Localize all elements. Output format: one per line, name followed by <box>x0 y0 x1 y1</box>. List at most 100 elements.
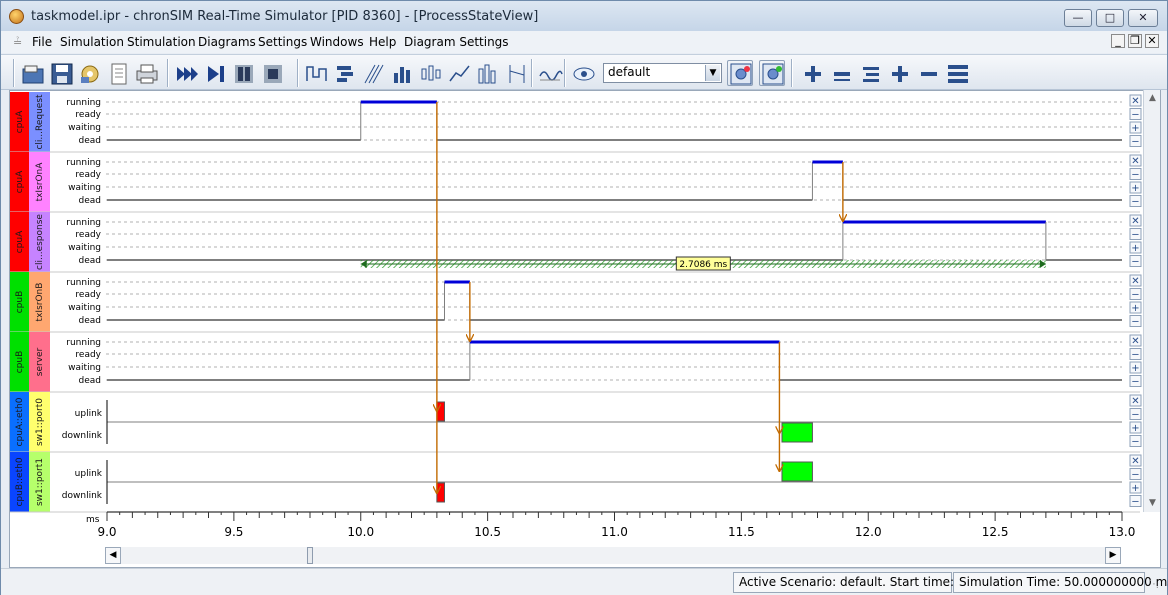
remove-row-icon[interactable] <box>828 60 854 86</box>
bar-chart-icon[interactable] <box>389 60 415 86</box>
fast-forward-icon[interactable] <box>173 60 199 86</box>
cpu-label: cpuB::eth0 <box>15 457 25 506</box>
minus-icon[interactable]: − <box>1131 197 1139 208</box>
cpu-label: cpuB <box>15 351 25 374</box>
task-label: cli...esponse <box>35 214 45 270</box>
menu-diagrams[interactable]: Diagrams <box>198 35 256 49</box>
menu-simulation[interactable]: Simulation <box>60 35 124 49</box>
line-icon[interactable] <box>446 60 472 86</box>
minus-icon[interactable]: − <box>1131 317 1139 328</box>
histogram-icon[interactable] <box>474 60 500 86</box>
port-label: uplink <box>75 409 103 419</box>
menu-file[interactable]: File <box>32 35 52 49</box>
menu-bar: ≟ File Simulation Stimulation Diagrams S… <box>1 31 1167 53</box>
time-tick-label: 13.0 <box>1109 525 1136 539</box>
scroll-right-icon[interactable]: ▶ <box>1105 547 1121 564</box>
print-icon[interactable] <box>133 60 159 86</box>
diagram-panel: cpuA cli...Request running ready waiting dead… <box>9 90 1161 568</box>
minus-icon[interactable]: − <box>1131 290 1139 301</box>
step-icon[interactable] <box>202 60 228 86</box>
time-tick-label: 9.5 <box>224 525 243 539</box>
stop-icon[interactable] <box>259 60 285 86</box>
eye-icon[interactable] <box>570 60 596 86</box>
plus-icon[interactable]: + <box>1131 243 1139 254</box>
close-icon[interactable]: ✕ <box>1131 456 1139 467</box>
mdi-minimize-button[interactable]: _ <box>1111 34 1125 48</box>
time-tick-label: 12.0 <box>855 525 882 539</box>
box-plot-icon[interactable] <box>417 60 443 86</box>
scenario-select[interactable]: default ▼ <box>603 63 722 83</box>
horizontal-scrollbar[interactable]: ◀ ▶ <box>105 547 1121 564</box>
save-project-icon[interactable] <box>48 60 74 86</box>
plus-icon[interactable]: + <box>1131 483 1139 494</box>
minus-icon[interactable]: − <box>1131 497 1139 508</box>
close-button[interactable]: ✕ <box>1128 9 1158 27</box>
menu-lines-icon[interactable] <box>944 60 970 86</box>
close-icon[interactable]: ✕ <box>1131 156 1139 167</box>
config-icon[interactable] <box>727 60 753 86</box>
plus-icon[interactable]: + <box>1131 123 1139 134</box>
state-label: waiting <box>68 363 101 373</box>
menu-settings[interactable]: Settings <box>258 35 307 49</box>
close-icon[interactable]: ✕ <box>1131 96 1139 107</box>
menu-help[interactable]: Help <box>369 35 396 49</box>
close-icon[interactable]: ✕ <box>1131 216 1139 227</box>
plus-icon[interactable] <box>886 60 912 86</box>
chevron-down-icon[interactable]: ▼ <box>705 65 720 81</box>
plus-icon[interactable]: + <box>1131 423 1139 434</box>
sequence-icon[interactable] <box>503 60 529 86</box>
cpu-label: cpuB <box>15 291 25 314</box>
scroll-thumb[interactable] <box>306 547 313 564</box>
task-label: server <box>35 347 45 376</box>
message-block <box>436 482 445 503</box>
config-run-icon[interactable] <box>759 60 785 86</box>
mdi-restore-button[interactable]: ❐ <box>1128 34 1142 48</box>
close-icon[interactable]: ✕ <box>1131 396 1139 407</box>
minus-icon[interactable]: − <box>1131 257 1139 268</box>
align-rows-icon[interactable] <box>857 60 883 86</box>
resize-grip-icon[interactable]: ⋱ <box>1149 579 1163 593</box>
report-icon[interactable] <box>105 60 131 86</box>
gantt-icon[interactable] <box>332 60 358 86</box>
minus-icon[interactable]: − <box>1131 137 1139 148</box>
settings-gear-icon[interactable] <box>76 60 102 86</box>
plus-icon[interactable]: + <box>1131 303 1139 314</box>
message-block <box>781 461 813 482</box>
minus-icon[interactable]: − <box>1131 110 1139 121</box>
mdi-close-button[interactable]: ✕ <box>1145 34 1159 48</box>
minus-icon[interactable]: − <box>1131 350 1139 361</box>
state-diagram-icon[interactable] <box>303 60 329 86</box>
menu-windows[interactable]: Windows <box>310 35 364 49</box>
minus-icon[interactable]: − <box>1131 410 1139 421</box>
menu-diagram-settings[interactable]: Diagram Settings <box>404 35 509 49</box>
wave-icon[interactable] <box>536 60 563 86</box>
state-label: ready <box>75 170 101 180</box>
minus-icon[interactable] <box>915 60 941 86</box>
plus-icon[interactable]: + <box>1131 183 1139 194</box>
state-label: ready <box>75 350 101 360</box>
scroll-up-icon[interactable]: ▲ <box>1145 90 1160 106</box>
maximize-button[interactable]: □ <box>1096 9 1124 27</box>
pause-icon[interactable] <box>230 60 256 86</box>
minus-icon[interactable]: − <box>1131 230 1139 241</box>
toolbar-separator <box>791 59 793 87</box>
close-icon[interactable]: ✕ <box>1131 336 1139 347</box>
scroll-left-icon[interactable]: ◀ <box>105 547 121 564</box>
close-icon[interactable]: ✕ <box>1131 276 1139 287</box>
add-row-icon[interactable] <box>799 60 825 86</box>
menu-stimulation[interactable]: Stimulation <box>127 35 196 49</box>
mdi-child-icon: ≟ <box>13 36 23 49</box>
minimize-button[interactable]: — <box>1064 9 1092 27</box>
minus-icon[interactable]: − <box>1131 377 1139 388</box>
minus-icon[interactable]: − <box>1131 437 1139 448</box>
title-bar: taskmodel.ipr - chronSIM Real-Time Simul… <box>1 1 1167 31</box>
open-project-icon[interactable] <box>19 60 45 86</box>
scroll-down-icon[interactable]: ▼ <box>1145 495 1160 511</box>
hatch-icon[interactable] <box>360 60 386 86</box>
state-label: dead <box>79 376 101 386</box>
vertical-scrollbar[interactable]: ▲ ▼ <box>1143 90 1160 512</box>
minus-icon[interactable]: − <box>1131 170 1139 181</box>
plus-icon[interactable]: + <box>1131 363 1139 374</box>
time-tick-label: 12.5 <box>982 525 1009 539</box>
minus-icon[interactable]: − <box>1131 470 1139 481</box>
